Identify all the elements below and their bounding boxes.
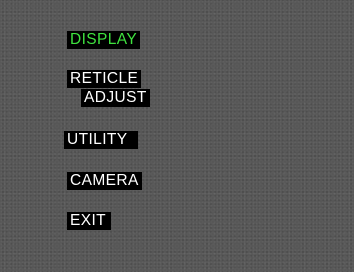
menu-item-exit[interactable]: EXIT xyxy=(67,212,112,230)
menu-item-utility[interactable]: UTILITY xyxy=(64,131,138,149)
menu-item-display[interactable]: DISPLAY xyxy=(67,31,141,49)
menu-item-adjust[interactable]: ADJUST xyxy=(81,89,150,107)
menu-item-reticle[interactable]: RETICLE xyxy=(67,70,142,88)
screen-edge xyxy=(354,0,364,272)
menu-item-camera[interactable]: CAMERA xyxy=(67,172,142,190)
osd-screen: DISPLAY RETICLE ADJUST UTILITY CAMERA EX… xyxy=(0,0,364,272)
